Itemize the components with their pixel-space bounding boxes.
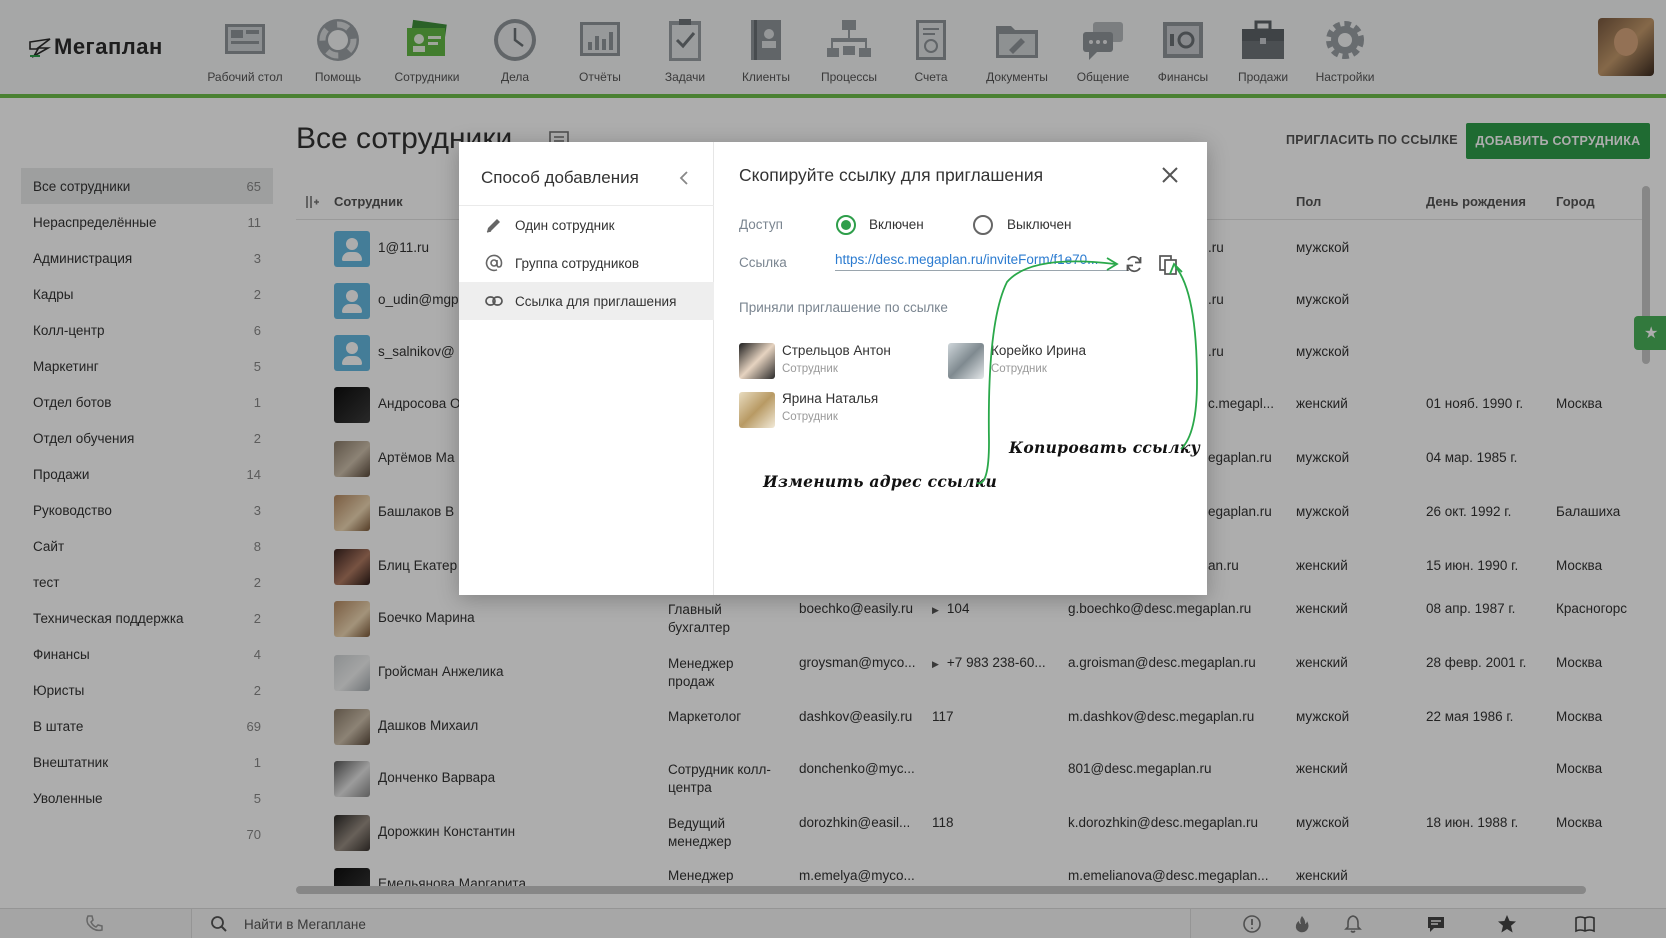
annotation-copy-link: Копировать ссылку xyxy=(1009,438,1201,457)
accepted-user-role: Сотрудник xyxy=(782,363,838,375)
accepted-user-role: Сотрудник xyxy=(991,363,1047,375)
method-single-employee[interactable]: Один сотрудник xyxy=(459,206,714,244)
chevron-left-icon[interactable] xyxy=(677,170,691,186)
access-off-radio[interactable] xyxy=(973,215,993,235)
access-on-radio[interactable] xyxy=(836,215,856,235)
dialog-title: Скопируйте ссылку для приглашения xyxy=(739,165,1044,185)
access-label: Доступ xyxy=(739,217,783,232)
method-employee-group[interactable]: Группа сотрудников xyxy=(459,244,714,282)
close-icon[interactable] xyxy=(1161,166,1179,184)
method-label: Один сотрудник xyxy=(515,217,615,233)
method-invite-link[interactable]: Ссылка для приглашения xyxy=(459,282,714,320)
accepted-user-name[interactable]: Стрельцов Антон xyxy=(782,343,891,358)
access-on-label[interactable]: Включен xyxy=(869,217,924,232)
avatar xyxy=(739,343,775,379)
pencil-icon xyxy=(486,219,500,233)
invite-link-url[interactable]: https://desc.megaplan.ru/inviteForm/f1e7… xyxy=(835,252,1129,271)
accepted-user-name[interactable]: Ярина Наталья xyxy=(782,391,878,406)
add-method-title: Способ добавления xyxy=(481,168,639,187)
accepted-user-name[interactable]: Корейко Ирина xyxy=(991,343,1086,358)
link-icon xyxy=(485,296,503,306)
add-method-panel: Способ добавления Один сотрудник Группа … xyxy=(459,142,714,595)
avatar xyxy=(948,343,984,379)
at-icon xyxy=(485,254,503,272)
method-label: Группа сотрудников xyxy=(515,255,640,271)
accepted-user-role: Сотрудник xyxy=(782,411,838,423)
copy-icon[interactable] xyxy=(1159,255,1177,275)
link-label: Ссылка xyxy=(739,255,787,270)
refresh-icon[interactable] xyxy=(1124,254,1144,274)
arrow-to-copy xyxy=(1174,265,1198,450)
access-off-label[interactable]: Выключен xyxy=(1007,217,1071,232)
avatar xyxy=(739,392,775,428)
method-label: Ссылка для приглашения xyxy=(515,293,677,309)
add-employee-dialog: Способ добавления Один сотрудник Группа … xyxy=(459,142,1207,595)
annotation-change-link: Изменить адрес ссылки xyxy=(763,472,998,491)
accepted-title: Приняли приглашение по ссылке xyxy=(739,300,948,315)
